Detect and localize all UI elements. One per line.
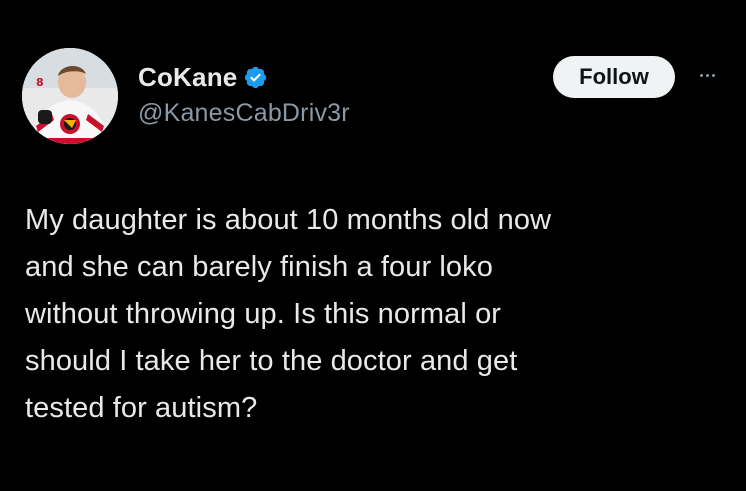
- author-handle[interactable]: @KanesCabDriv3r: [138, 99, 350, 128]
- more-dot: [699, 73, 703, 77]
- tweet-text: My daughter is about 10 months old now a…: [25, 204, 552, 424]
- hockey-player-avatar-icon: 8: [22, 48, 118, 144]
- more-dot: [711, 73, 715, 77]
- tweet-card: 8 CoKane @KanesCabDriv3r Follow My daugh…: [0, 0, 746, 491]
- more-dot: [705, 73, 709, 77]
- avatar[interactable]: 8: [22, 48, 118, 144]
- more-horizontal-icon[interactable]: [693, 60, 721, 90]
- display-name[interactable]: CoKane: [138, 62, 237, 93]
- svg-text:8: 8: [36, 76, 44, 89]
- author-name-row: CoKane: [138, 60, 268, 94]
- verified-badge-icon: [243, 65, 268, 90]
- follow-button[interactable]: Follow: [553, 56, 675, 98]
